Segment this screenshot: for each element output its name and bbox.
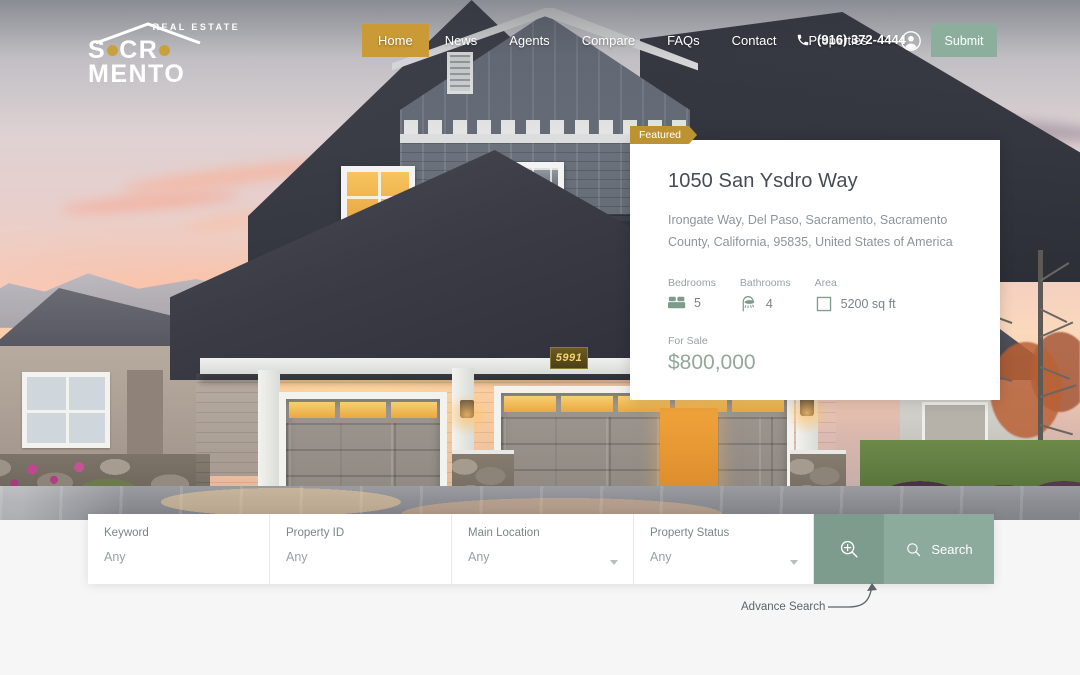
advance-search-arrow-icon	[828, 583, 877, 608]
nav-item-contact[interactable]: Contact	[716, 24, 793, 57]
phone-link[interactable]: (916) 372-4444	[796, 32, 906, 47]
nav-item-news[interactable]: News	[429, 24, 494, 57]
main-location-select[interactable]: Any	[468, 550, 633, 564]
user-account-icon[interactable]	[901, 31, 921, 56]
spec-bathrooms: Bathrooms 4	[740, 277, 791, 313]
property-search-bar: Keyword Any Property ID Any Main Locatio…	[88, 514, 994, 584]
spec-value: 5200 sq ft	[840, 297, 896, 311]
keyword-input[interactable]: Any	[104, 550, 269, 564]
property-price: $800,000	[668, 351, 756, 374]
advance-search-annotation: Advance Search	[741, 601, 826, 613]
property-title: 1050 San Ysdro Way	[668, 170, 858, 192]
spec-label: Bathrooms	[739, 277, 791, 289]
spec-label: Area	[814, 277, 837, 289]
spec-area: Area 5200 sq ft	[815, 277, 896, 313]
search-button-label: Search	[931, 541, 973, 557]
field-label: Main Location	[468, 527, 540, 539]
spec-label: Bedrooms	[668, 277, 716, 289]
chevron-down-icon	[610, 560, 618, 565]
search-field-property-status[interactable]: Property Status Any	[634, 514, 814, 584]
search-field-keyword[interactable]: Keyword Any	[88, 514, 270, 584]
advance-search-button[interactable]	[814, 514, 884, 584]
chevron-down-icon	[790, 560, 798, 565]
search-icon	[907, 542, 921, 556]
featured-badge: Featured	[630, 126, 697, 144]
nav-item-home[interactable]: Home	[362, 24, 429, 57]
search-field-main-location[interactable]: Main Location Any	[452, 514, 634, 584]
phone-icon	[797, 34, 809, 45]
featured-property-card[interactable]: 1050 San Ysdro Way Irongate Way, Del Pas…	[630, 140, 1000, 400]
zoom-in-icon	[840, 540, 858, 558]
logo-brand: S CRMENTO	[88, 36, 186, 88]
area-square-icon	[816, 296, 831, 312]
search-button[interactable]: Search	[884, 514, 994, 584]
property-status-select[interactable]: Any	[650, 550, 813, 564]
site-header: REAL ESTATE S CRMENTO Home News Agents Co…	[0, 0, 1080, 87]
nav-item-faqs[interactable]: FAQs	[651, 24, 716, 57]
property-status: For Sale	[668, 335, 708, 347]
phone-number: (916) 372-4444	[817, 32, 906, 47]
submit-button[interactable]: Submit	[931, 24, 997, 57]
site-logo[interactable]: REAL ESTATE S CRMENTO	[88, 16, 240, 87]
spec-bedrooms: Bedrooms 5	[668, 277, 716, 310]
spec-value: 5	[694, 295, 701, 310]
spec-value: 4	[765, 297, 773, 311]
logo-tagline: REAL ESTATE	[152, 22, 240, 32]
page-root: 5991 REAL ESTATE	[0, 0, 1080, 675]
field-label: Keyword	[104, 527, 149, 539]
bed-icon	[668, 296, 686, 309]
field-label: Property Status	[650, 527, 730, 539]
nav-item-compare[interactable]: Compare	[566, 24, 651, 57]
search-field-property-id[interactable]: Property ID Any	[270, 514, 452, 584]
property-specs: Bedrooms 5 Bathrooms 4 Area 5200 sq ft	[668, 277, 1000, 313]
field-label: Property ID	[286, 527, 345, 539]
property-address: Irongate Way, Del Paso, Sacramento, Sacr…	[668, 213, 953, 249]
property-id-input[interactable]: Any	[286, 550, 451, 564]
below-fold-section: Latest Properties	[0, 584, 1080, 675]
nav-item-agents[interactable]: Agents	[493, 24, 565, 57]
shower-icon	[742, 296, 755, 312]
